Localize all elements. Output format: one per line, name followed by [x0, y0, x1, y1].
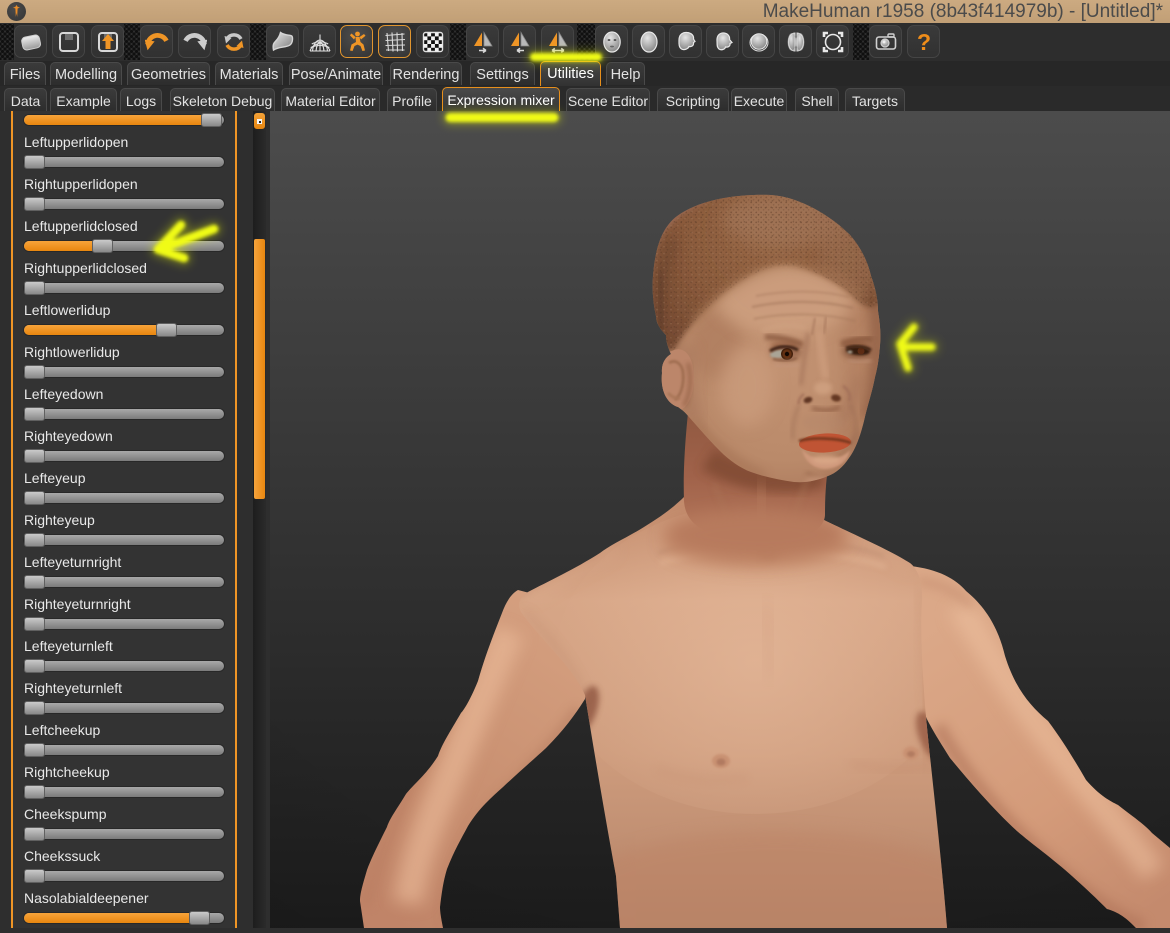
- svg-text:?: ?: [916, 30, 930, 54]
